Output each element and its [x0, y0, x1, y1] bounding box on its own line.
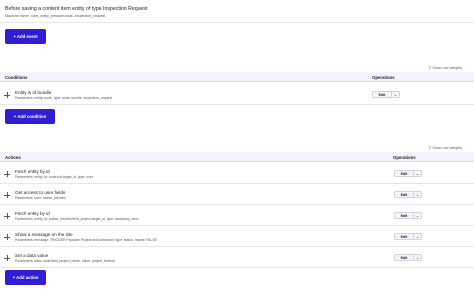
drag-handle-icon[interactable] [4, 213, 10, 219]
edit-button[interactable]: Edit [373, 92, 392, 97]
action-operations-dropdown[interactable]: Edit ⌄ [394, 212, 422, 219]
edit-button[interactable]: Edit [395, 213, 414, 218]
drag-handle-icon[interactable] [4, 92, 10, 98]
action-row: Get access to user fields Parameters: us… [0, 184, 474, 205]
action-params: Parameters: user: author_fetched [15, 196, 66, 200]
show-row-weights-label: Show row weights [432, 65, 463, 70]
drag-handle-icon[interactable] [4, 255, 10, 261]
action-row: Show a message on the site Parameters: m… [0, 226, 474, 247]
action-title: Set a data value [15, 253, 49, 258]
action-params: Parameters: data: node.field_project_nam… [15, 259, 116, 263]
drag-handle-icon[interactable] [4, 192, 10, 198]
edit-button[interactable]: Edit [395, 192, 414, 197]
add-action-button[interactable]: + Add action [5, 270, 46, 285]
action-title: Fetch entity by id [15, 169, 50, 174]
edit-button[interactable]: Edit [395, 234, 414, 239]
up-down-arrows-icon: ⇳ [428, 145, 432, 150]
actions-column-header: Actions [5, 155, 21, 160]
actions-operations-header: Operations [393, 155, 416, 160]
drag-handle-icon[interactable] [4, 171, 10, 177]
action-row: Fetch entity by id Parameters: entity_id… [0, 162, 474, 184]
actions-table-header: Actions Operations [0, 152, 474, 162]
edit-button[interactable]: Edit [395, 255, 414, 260]
drag-handle-icon[interactable] [4, 234, 10, 240]
chevron-down-icon[interactable]: ⌄ [414, 255, 421, 260]
action-row: Fetch entity by id Parameters: entity_id… [0, 205, 474, 226]
chevron-down-icon[interactable]: ⌄ [392, 92, 399, 97]
event-card: Before saving a content item entity of t… [0, 0, 474, 23]
show-row-weights-label: Show row weights [432, 145, 463, 150]
action-operations-dropdown[interactable]: Edit ⌄ [394, 170, 422, 177]
action-operations-dropdown[interactable]: Edit ⌄ [394, 233, 422, 240]
conditions-operations-header: Operations [372, 75, 395, 80]
condition-row: Entity is of bundle Parameters: entity: … [0, 82, 474, 105]
action-title: Fetch entity by id [15, 211, 50, 216]
condition-operations-dropdown[interactable]: Edit ⌄ [372, 91, 400, 98]
add-condition-button[interactable]: + Add condition [5, 109, 55, 124]
show-row-weights-link[interactable]: ⇳ Show row weights [428, 145, 462, 150]
action-operations-dropdown[interactable]: Edit ⌄ [394, 191, 422, 198]
action-row: Set a data value Parameters: data: node.… [0, 247, 474, 268]
condition-title: Entity is of bundle [15, 90, 52, 95]
up-down-arrows-icon: ⇳ [428, 65, 432, 70]
action-title: Get access to user fields [15, 190, 66, 195]
conditions-table-header: Conditions Operations [0, 72, 474, 82]
chevron-down-icon[interactable]: ⌄ [414, 213, 421, 218]
action-operations-dropdown[interactable]: Edit ⌄ [394, 254, 422, 261]
chevron-down-icon[interactable]: ⌄ [414, 234, 421, 239]
condition-params: Parameters: entity: node, type: node, bu… [15, 96, 113, 100]
chevron-down-icon[interactable]: ⌄ [414, 171, 421, 176]
show-row-weights-link[interactable]: ⇳ Show row weights [428, 65, 462, 70]
action-params: Parameters: entity_id: node.uid.target_i… [15, 175, 93, 179]
action-params: Parameters: message: TRIGGER Populate Pr… [15, 238, 157, 242]
action-params: Parameters: entity_id: author_fetched.fi… [15, 217, 139, 221]
conditions-column-header: Conditions [5, 75, 28, 80]
event-machine-name: Machine name: rules_entity_presave:node-… [5, 14, 106, 18]
edit-button[interactable]: Edit [395, 171, 414, 176]
add-event-button[interactable]: + Add event [5, 29, 46, 44]
action-title: Show a message on the site [15, 232, 73, 237]
chevron-down-icon[interactable]: ⌄ [414, 192, 421, 197]
event-title: Before saving a content item entity of t… [5, 6, 148, 12]
